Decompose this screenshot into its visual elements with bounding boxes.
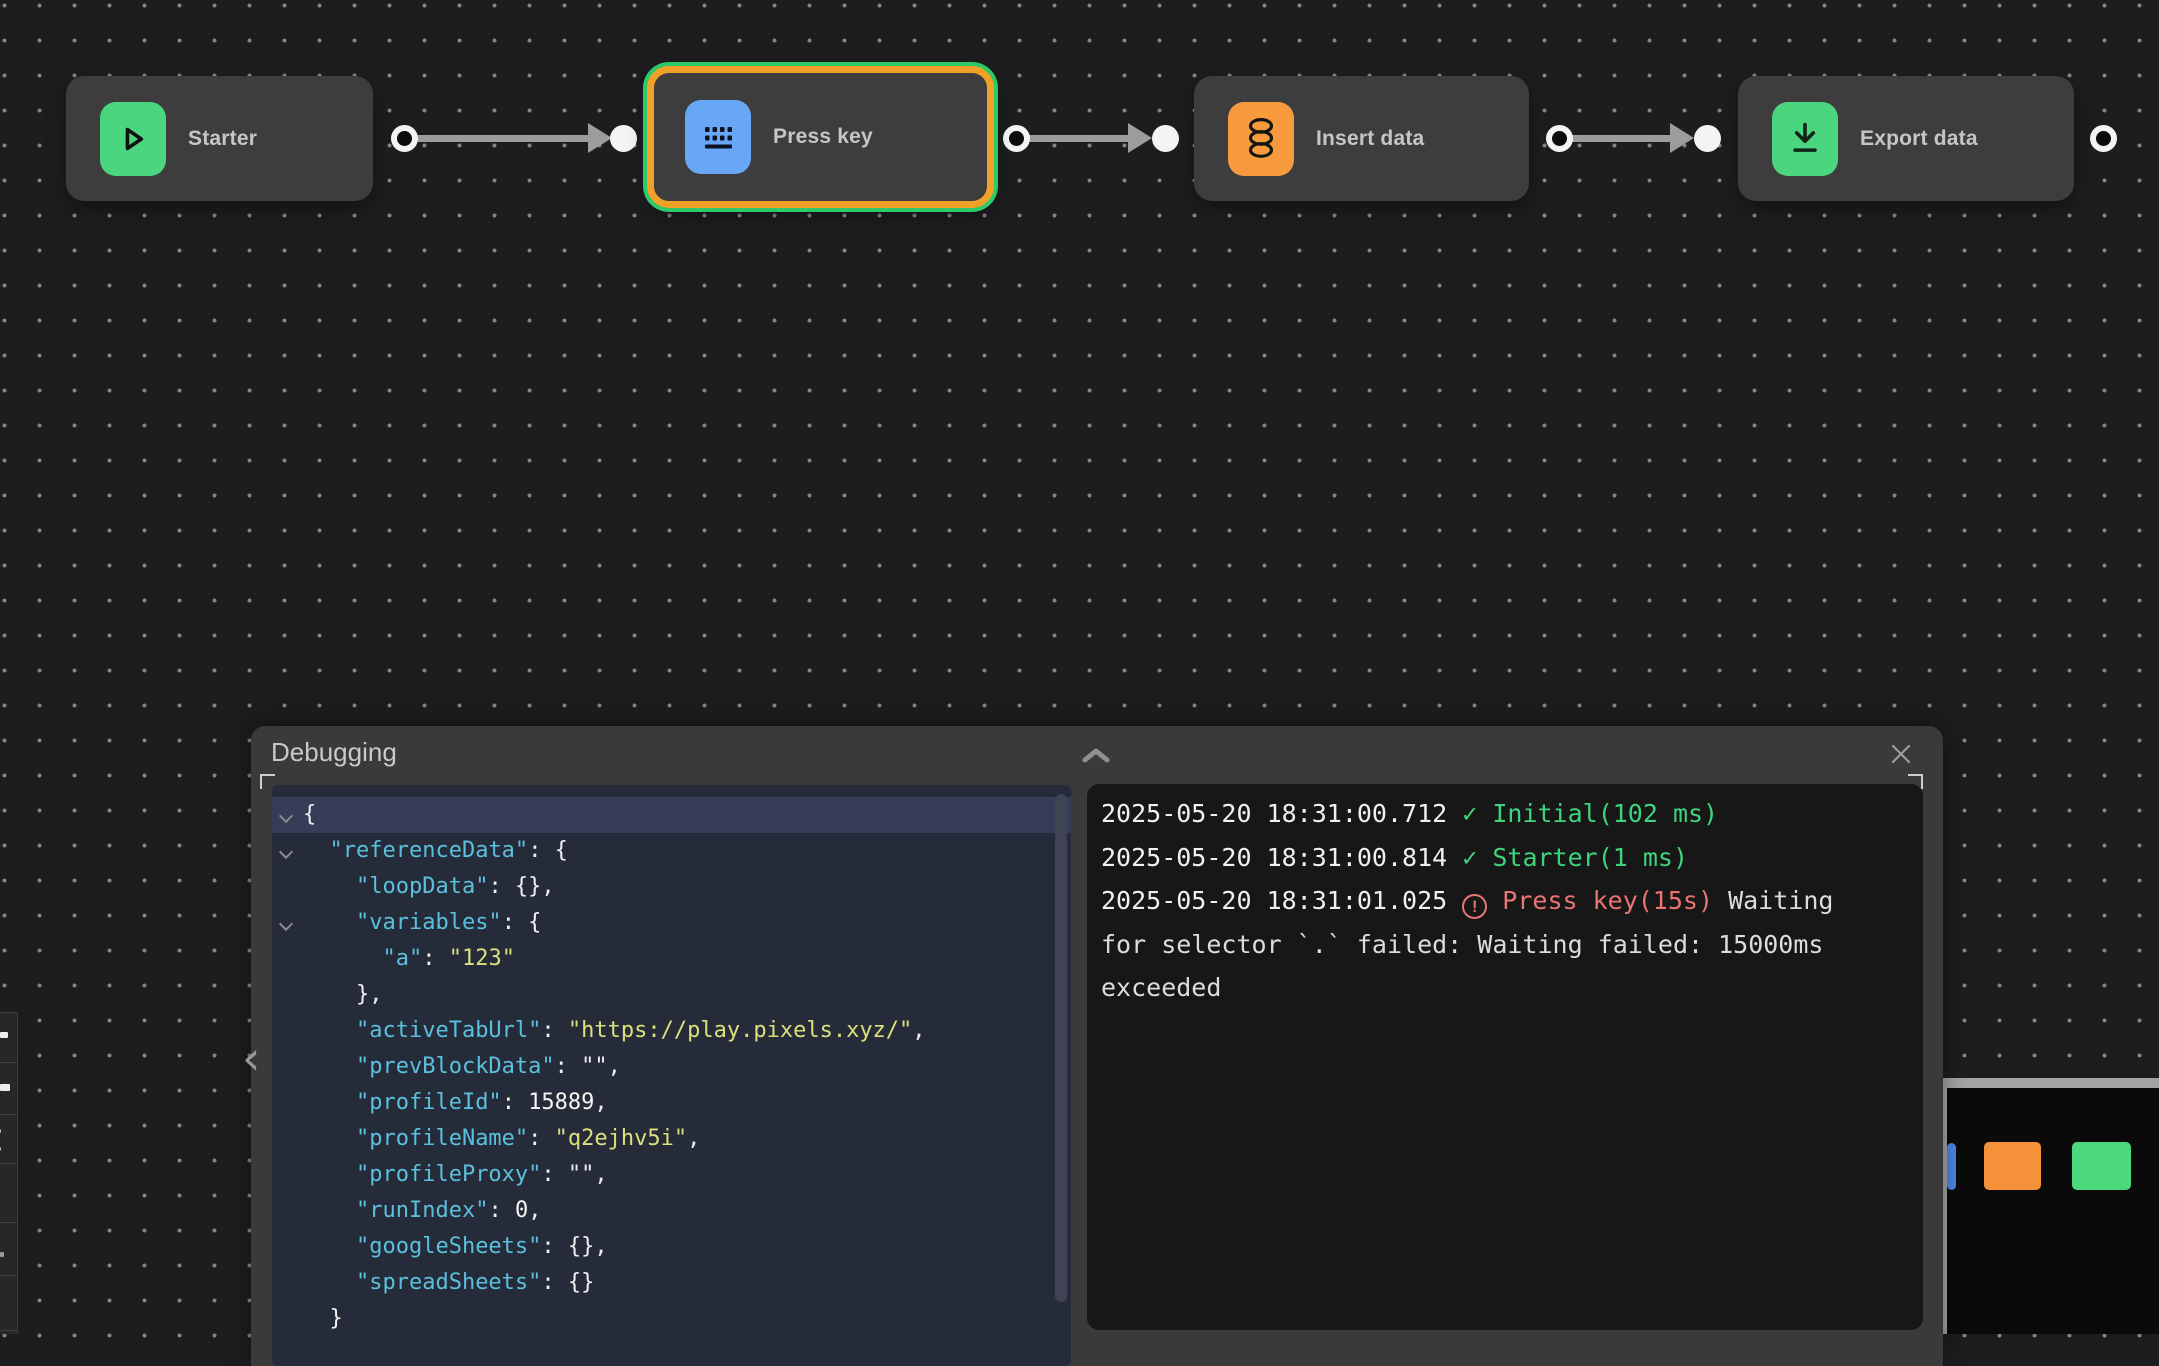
edge-line [409, 135, 588, 142]
node-label: Insert data [1316, 127, 1424, 151]
edge-line [1564, 135, 1670, 142]
json-tree-row: "profileId": 15889, [272, 1085, 1071, 1121]
input-port-exportdata[interactable] [1694, 125, 1721, 152]
chevron-left-icon[interactable]: ‹ [242, 1038, 260, 1078]
json-tree-row: "spreadSheets": {} [272, 1265, 1071, 1301]
check-icon: ✓ Starter(1 ms) [1462, 843, 1688, 872]
workflow-canvas[interactable]: { "editor": { "nodes": [ {"label": "Star… [0, 0, 2159, 1334]
edge-arrow-icon [588, 123, 612, 153]
node-starter[interactable]: Starter [66, 76, 373, 201]
log-entry: 2025-05-20 18:31:00.712 ✓ Initial(102 ms… [1101, 792, 1893, 836]
node-label: Press key [773, 125, 873, 149]
check-icon: ✓ Initial(102 ms) [1462, 799, 1718, 828]
json-tree-row: "loopData": {}, [272, 869, 1071, 905]
minimap-node [1947, 1143, 1956, 1190]
json-tree-row: "runIndex": 0, [272, 1193, 1071, 1229]
toolbar-fragment-1[interactable] [0, 1032, 8, 1038]
node-press-key[interactable]: Press key [647, 66, 994, 208]
log-timestamp: 2025-05-20 18:31:01.025 [1101, 886, 1462, 915]
debugging-panel[interactable]: Debugging ‹ › { "referenceData": { "loop… [251, 726, 1943, 1366]
json-tree-row: }, [272, 977, 1071, 1013]
chevron-up-icon[interactable] [1079, 746, 1115, 770]
input-port-insertdata[interactable] [1152, 125, 1179, 152]
minimap-node [2072, 1142, 2131, 1190]
json-tree-row: "referenceData": { [272, 833, 1071, 869]
log-timestamp: 2025-05-20 18:31:00.814 [1101, 843, 1462, 872]
keyboard-icon [685, 100, 751, 174]
log-timestamp: 2025-05-20 18:31:00.712 [1101, 799, 1462, 828]
output-port-insertdata[interactable] [1546, 125, 1573, 152]
json-tree-row: "prevBlockData": "", [272, 1049, 1071, 1085]
collapse-chevron-icon[interactable] [279, 845, 293, 859]
output-port-starter[interactable] [391, 125, 418, 152]
output-port-presskey[interactable] [1003, 125, 1030, 152]
json-tree-row: "a": "123" [272, 941, 1071, 977]
edge-arrow-icon [1128, 123, 1152, 153]
error-icon: ! [1462, 894, 1487, 919]
json-tree-rows: { "referenceData": { "loopData": {}, "va… [272, 797, 1071, 1337]
canvas-side-toolbar[interactable]: C [0, 1012, 18, 1334]
edge-arrow-icon [1670, 123, 1694, 153]
download-icon [1772, 102, 1838, 176]
execution-log[interactable]: 2025-05-20 18:31:00.712 ✓ Initial(102 ms… [1087, 784, 1923, 1330]
toolbar-fragment-4[interactable] [0, 1252, 4, 1257]
collapse-chevron-icon[interactable] [279, 809, 293, 823]
log-list: 2025-05-20 18:31:00.712 ✓ Initial(102 ms… [1101, 792, 1893, 1010]
edge-line [1021, 135, 1128, 142]
panel-title: Debugging [271, 737, 397, 768]
json-tree-row: "activeTabUrl": "https://play.pixels.xyz… [272, 1013, 1071, 1049]
log-entry: 2025-05-20 18:31:01.025 ! Press key(15s)… [1101, 879, 1893, 1010]
json-tree-row: { [272, 797, 1071, 833]
scrollbar-thumb[interactable] [1055, 794, 1067, 1302]
json-tree-row: "profileProxy": "", [272, 1157, 1071, 1193]
collapse-chevron-icon[interactable] [279, 917, 293, 931]
database-icon [1228, 102, 1294, 176]
node-label: Export data [1860, 127, 1978, 151]
minimap[interactable] [1937, 1078, 2159, 1334]
json-state-viewer[interactable]: { "referenceData": { "loopData": {}, "va… [272, 785, 1071, 1366]
json-tree-row: } [272, 1301, 1071, 1337]
json-tree-row: "googleSheets": {}, [272, 1229, 1071, 1265]
node-insert-data[interactable]: Insert data [1194, 76, 1529, 201]
log-block-name: Press key(15s) [1487, 886, 1713, 915]
play-icon [100, 102, 166, 176]
output-port-exportdata[interactable] [2090, 125, 2117, 152]
node-label: Starter [188, 127, 257, 151]
log-entry: 2025-05-20 18:31:00.814 ✓ Starter(1 ms) [1101, 836, 1893, 880]
toolbar-fragment-2[interactable] [0, 1084, 10, 1091]
json-tree-row: "variables": { [272, 905, 1071, 941]
toolbar-fragment-3[interactable]: C [0, 1124, 3, 1159]
input-port-presskey[interactable] [610, 125, 637, 152]
minimap-node [1984, 1142, 2041, 1190]
json-tree-row: "profileName": "q2ejhv5i", [272, 1121, 1071, 1157]
close-icon[interactable] [1889, 742, 1915, 768]
node-export-data[interactable]: Export data [1738, 76, 2074, 201]
